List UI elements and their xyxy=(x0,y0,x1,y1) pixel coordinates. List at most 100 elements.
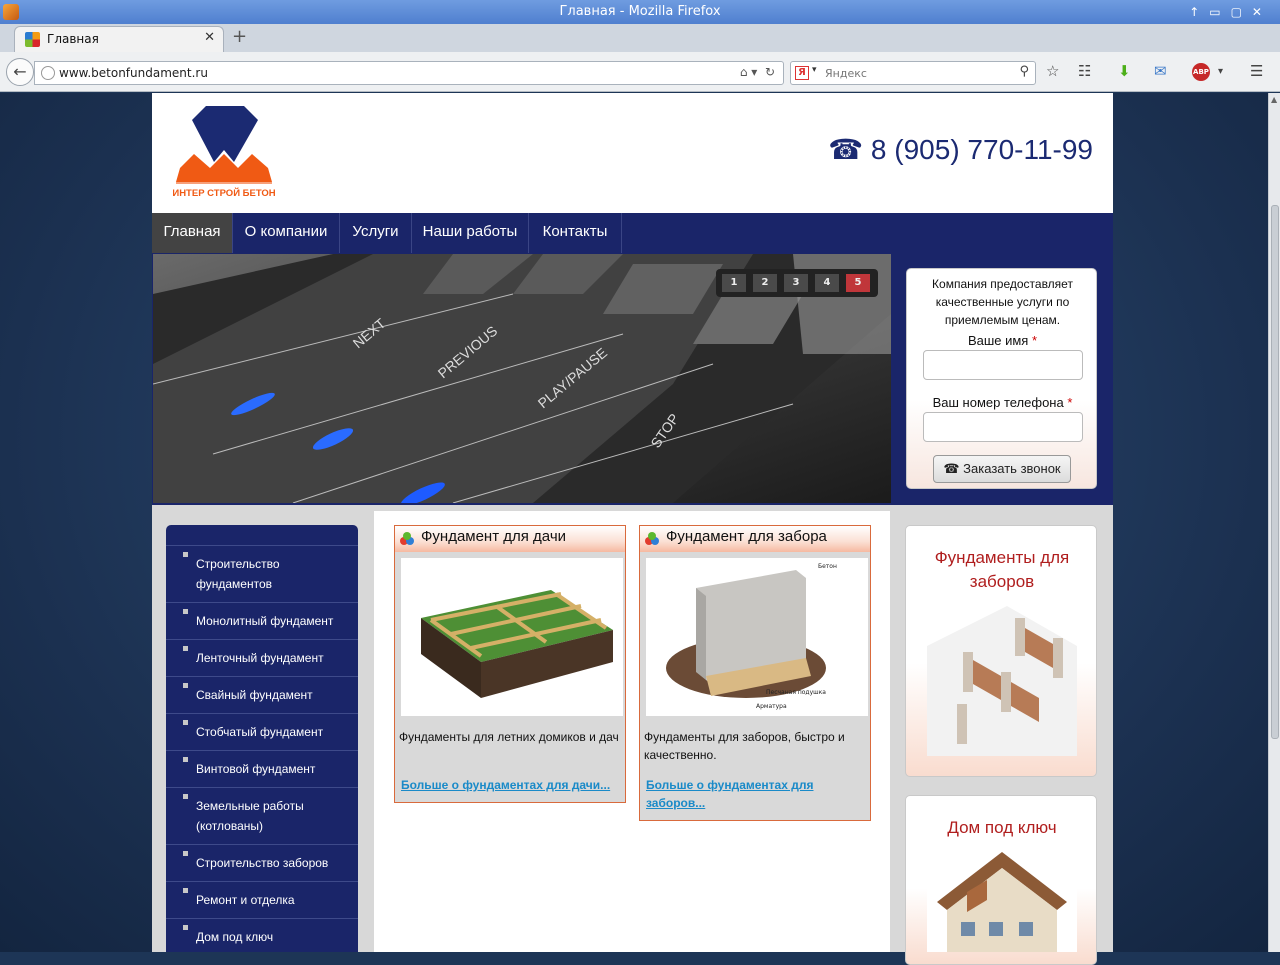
search-bar[interactable]: Я ▾ ⚲ xyxy=(790,61,1036,85)
new-tab-button[interactable]: + xyxy=(232,26,247,47)
url-bar[interactable]: www.betonfundament.ru ⌂ ▾ ↻ xyxy=(34,61,784,85)
menu-item-works[interactable]: Наши работы xyxy=(412,213,529,253)
window-titlebar: Главная - Mozilla Firefox ↑▭▢✕ xyxy=(0,0,1280,24)
blocks-icon xyxy=(400,532,414,545)
back-button[interactable]: ← xyxy=(6,58,34,86)
tab-label: Главная xyxy=(47,32,99,46)
bookmark-star-icon[interactable]: ☆ xyxy=(1046,62,1059,80)
name-label-text: Ваше имя xyxy=(967,333,1029,348)
card-more-link[interactable]: Больше о фундаментах для заборов... xyxy=(646,776,846,812)
promo-title: Фундаменты для заборов xyxy=(934,548,1070,591)
order-call-button[interactable]: ☎ Заказать звонок xyxy=(933,455,1071,483)
card-title: Фундамент для дачи xyxy=(421,528,567,545)
form-intro: Компания предоставляет качественные услу… xyxy=(932,277,1073,327)
promo-image-fences[interactable] xyxy=(927,606,1077,756)
name-input[interactable] xyxy=(923,350,1083,380)
sidebar-item-renovation[interactable]: Ремонт и отделка xyxy=(166,882,358,919)
bullet-icon xyxy=(183,925,188,930)
bullet-icon xyxy=(183,646,188,651)
sidebar-item-label: Земельные работы (котлованы) xyxy=(196,799,304,833)
foundation-illustration xyxy=(421,590,613,698)
scrollbar-thumb[interactable] xyxy=(1271,205,1279,739)
menu-item-about[interactable]: О компании xyxy=(233,213,340,253)
blocks-icon xyxy=(645,532,659,545)
phone-label: Ваш номер телефона * xyxy=(907,395,1098,410)
menu-hamburger-icon[interactable]: ☰ xyxy=(1250,62,1263,80)
menu-item-home[interactable]: Главная xyxy=(152,213,233,253)
search-icon[interactable]: ⚲ xyxy=(1019,64,1029,79)
window-controls[interactable]: ↑▭▢✕ xyxy=(1189,0,1272,24)
promo-image-house[interactable] xyxy=(927,852,1077,952)
menu-item-services[interactable]: Услуги xyxy=(340,213,412,253)
firefox-icon xyxy=(3,4,19,20)
sidebar-item-screw[interactable]: Винтовой фундамент xyxy=(166,751,358,788)
sidebar-item-fences[interactable]: Строительство заборов xyxy=(166,845,358,882)
logo-text: ИНТЕР СТРОЙ БЕТОН xyxy=(172,187,275,199)
vertical-scrollbar[interactable]: ▲ xyxy=(1268,93,1280,952)
sidebar-item-strip[interactable]: Ленточный фундамент xyxy=(166,640,358,677)
close-tab-icon[interactable]: ✕ xyxy=(204,30,215,45)
card-more-link[interactable]: Больше о фундаментах для дачи... xyxy=(401,776,610,794)
sidebar-item-label: Винтовой фундамент xyxy=(196,762,316,776)
sidebar-item-turnkey-house[interactable]: Дом под ключ xyxy=(166,919,358,952)
sidebar-item-label: Ленточный фундамент xyxy=(196,651,324,665)
card-dacha-foundation: Фундамент для дачи Фундаменты для летних… xyxy=(394,525,626,803)
card-image-fence[interactable]: Бетон Песчаная подушка Арматура xyxy=(646,558,868,716)
search-input[interactable] xyxy=(823,65,1003,81)
card-header: Фундамент для дачи xyxy=(395,526,625,552)
house-illustration xyxy=(937,852,1067,952)
diagram-label-concrete: Бетон xyxy=(818,563,837,570)
company-logo[interactable]: ИНТЕР СТРОЙ БЕТОН xyxy=(172,106,276,200)
fences-illustration xyxy=(927,606,1077,756)
main-menu: Главная О компании Услуги Наши работы Ко… xyxy=(152,213,1113,253)
sidebar-item-earthworks[interactable]: Земельные работы (котлованы) xyxy=(166,788,358,845)
phone-label-text: Ваш номер телефона xyxy=(932,395,1064,410)
favicon-icon xyxy=(25,32,40,47)
tab-main[interactable]: Главная ✕ xyxy=(14,26,224,52)
sidebar-item-monolithic[interactable]: Монолитный фундамент xyxy=(166,603,358,640)
yandex-logo-icon[interactable]: Я xyxy=(795,66,809,80)
site-header: ИНТЕР СТРОЙ БЕТОН ☎ 8 (905) 770-11-99 xyxy=(152,93,1113,213)
diagram-label-sand: Песчаная подушка xyxy=(766,689,826,696)
promo-fence-foundations[interactable]: Фундаменты для заборов xyxy=(905,525,1097,777)
card-description: Фундаменты для заборов, быстро и качеств… xyxy=(644,730,845,762)
adblock-icon[interactable]: ABP xyxy=(1192,63,1210,81)
bullet-icon xyxy=(183,683,188,688)
sidebar-item-label: Ремонт и отделка xyxy=(196,893,295,907)
bullet-icon xyxy=(183,609,188,614)
bookmarks-menu-icon[interactable]: ☷ xyxy=(1078,62,1091,80)
header-phone: ☎ 8 (905) 770-11-99 xyxy=(828,134,1093,165)
name-label: Ваше имя * xyxy=(907,333,1098,348)
sidebar-item-pile[interactable]: Свайный фундамент xyxy=(166,677,358,714)
sidebar-item-label: Строительство заборов xyxy=(196,856,329,870)
sidebar-item-label: Свайный фундамент xyxy=(196,688,313,702)
main-content: Фундамент для дачи Фундаменты для летних… xyxy=(374,511,890,952)
promo-turnkey-house[interactable]: Дом под ключ xyxy=(905,795,1097,965)
url-text[interactable]: www.betonfundament.ru xyxy=(59,66,208,80)
card-description: Фундаменты для летних домиков и дач xyxy=(399,730,619,744)
sidebar-item-column[interactable]: Стобчатый фундамент xyxy=(166,714,358,751)
search-engine-dropdown-icon[interactable]: ▾ xyxy=(812,65,817,75)
slider-page-4[interactable]: 4 xyxy=(815,274,839,292)
sidebar-item-label: Строительство фундаментов xyxy=(196,557,280,591)
fence-foundation-illustration: Бетон Песчаная подушка Арматура xyxy=(666,563,837,710)
scroll-up-icon[interactable]: ▲ xyxy=(1271,95,1277,104)
site-identity-icon[interactable] xyxy=(41,66,55,80)
card-image-dacha[interactable] xyxy=(401,558,623,716)
menu-item-contacts[interactable]: Контакты xyxy=(529,213,622,253)
mail-icon[interactable]: ✉ xyxy=(1154,62,1167,80)
sidebar-item-foundations[interactable]: Строительство фундаментов xyxy=(166,546,358,603)
slider-page-1[interactable]: 1 xyxy=(722,274,746,292)
callback-form: Компания предоставляет качественные услу… xyxy=(906,268,1097,489)
card-fence-foundation: Фундамент для забора Бетон Песчаная поду… xyxy=(639,525,871,821)
slider-page-5[interactable]: 5 xyxy=(846,274,870,292)
image-slider[interactable]: NEXT PREVIOUS PLAY/PAUSE STOP 1 2 3 4 5 xyxy=(153,254,891,503)
slider-page-3[interactable]: 3 xyxy=(784,274,808,292)
card-title: Фундамент для забора xyxy=(666,528,827,545)
slider-page-2[interactable]: 2 xyxy=(753,274,777,292)
promo-title: Дом под ключ xyxy=(947,818,1057,837)
download-icon[interactable]: ⬇ xyxy=(1118,62,1131,80)
reload-icon[interactable]: ⌂ ▾ ↻ xyxy=(740,65,775,79)
adblock-dropdown-icon[interactable]: ▾ xyxy=(1218,66,1223,77)
phone-input[interactable] xyxy=(923,412,1083,442)
